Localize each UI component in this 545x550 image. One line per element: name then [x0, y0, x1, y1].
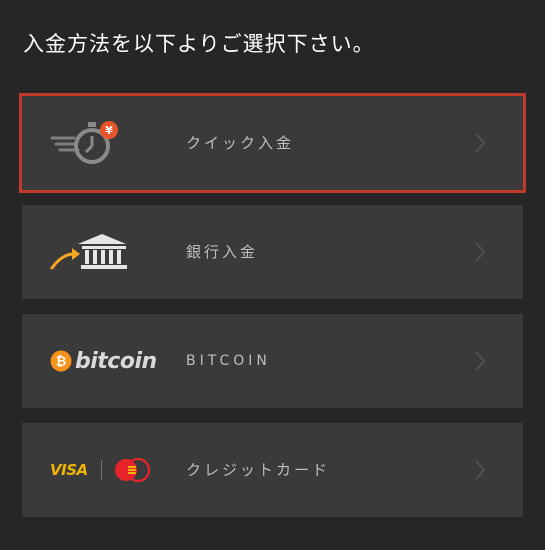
svg-text:¥: ¥	[105, 124, 113, 137]
chevron-right-icon	[473, 96, 487, 190]
deposit-method-list: ¥ クイック入金 銀行入金 ₿ bitcoin BITCOIN VISA クレジ…	[19, 93, 526, 532]
divider	[100, 460, 102, 480]
deposit-option-bank[interactable]: 銀行入金	[22, 205, 523, 299]
option-label: 銀行入金	[186, 243, 259, 261]
card-logos: VISA	[50, 458, 150, 482]
deposit-option-credit-card[interactable]: VISA クレジットカード	[22, 423, 523, 517]
page-title: 入金方法を以下よりご選択下さい。	[23, 32, 375, 56]
stopwatch-yen-icon: ¥	[50, 96, 160, 190]
visa-logo: VISA	[50, 461, 88, 479]
mastercard-icon	[114, 458, 150, 482]
bitcoin-logo-text: bitcoin	[75, 348, 157, 374]
bitcoin-icon: ₿	[50, 350, 72, 372]
bitcoin-logo-wrapper: ₿ bitcoin	[50, 314, 160, 408]
chevron-right-icon	[473, 205, 487, 299]
option-label: クイック入金	[186, 134, 295, 152]
option-label: クレジットカード	[186, 461, 331, 479]
svg-text:₿: ₿	[56, 355, 67, 370]
bank-transfer-icon	[50, 205, 160, 299]
deposit-option-quick[interactable]: ¥ クイック入金	[19, 93, 526, 193]
chevron-right-icon	[473, 423, 487, 517]
option-label: BITCOIN	[186, 353, 271, 369]
chevron-right-icon	[473, 314, 487, 408]
card-logos-wrapper: VISA	[50, 423, 160, 517]
deposit-option-bitcoin[interactable]: ₿ bitcoin BITCOIN	[22, 314, 523, 408]
bitcoin-logo: ₿ bitcoin	[50, 349, 157, 374]
